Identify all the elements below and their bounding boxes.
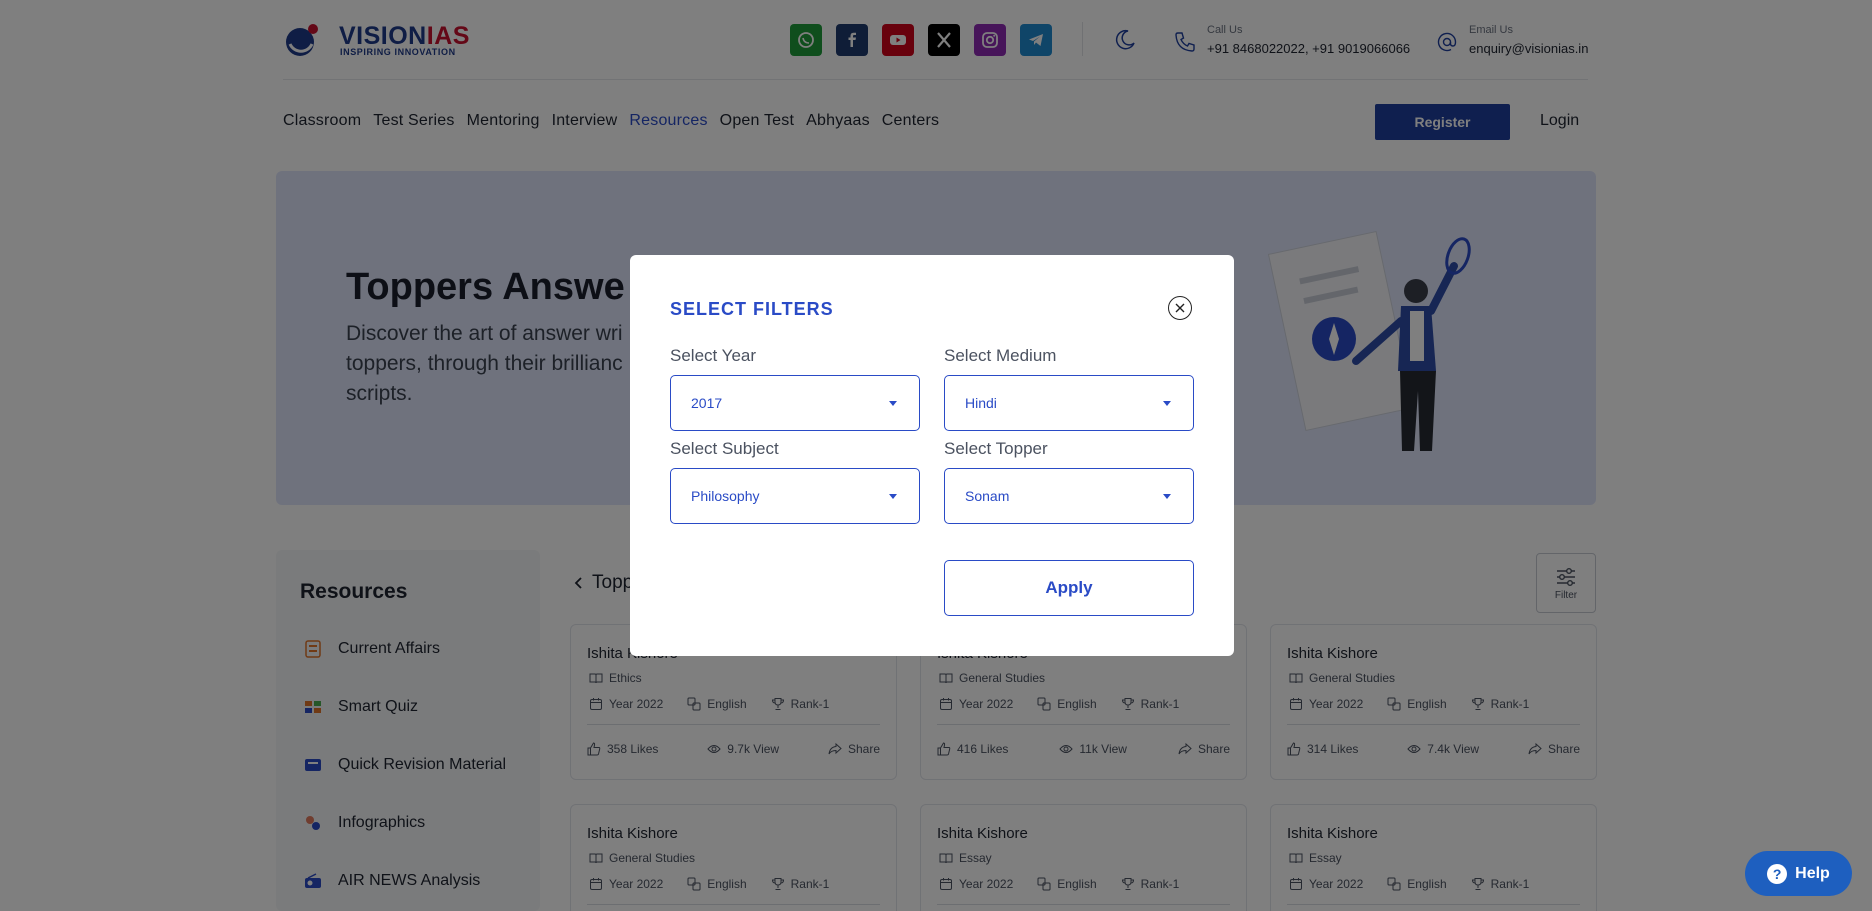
close-icon [1175, 303, 1185, 313]
topper-select[interactable]: Sonam [944, 468, 1194, 524]
chevron-down-icon [1163, 494, 1171, 499]
chevron-down-icon [889, 494, 897, 499]
select-topper-label: Select Topper [944, 439, 1048, 458]
chevron-down-icon [1163, 401, 1171, 406]
page: VISIONIAS INSPIRING INNOVATION [0, 0, 1872, 911]
question-mark-icon: ? [1767, 863, 1788, 884]
year-select[interactable]: 2017 [670, 375, 920, 431]
help-button[interactable]: ? Help [1745, 851, 1852, 896]
topper-select-value: Sonam [965, 488, 1010, 504]
select-year-label: Select Year [670, 346, 757, 365]
apply-button[interactable]: Apply [944, 560, 1194, 616]
year-select-value: 2017 [691, 395, 723, 411]
select-subject-label: Select Subject [670, 439, 779, 458]
select-medium-label: Select Medium [944, 346, 1057, 365]
modal-title: SELECT FILTERS [670, 299, 834, 319]
medium-select-value: Hindi [965, 395, 997, 411]
close-button[interactable] [1168, 296, 1192, 320]
help-button-label: Help [1795, 864, 1830, 882]
subject-select[interactable]: Philosophy [670, 468, 920, 524]
chevron-down-icon [889, 401, 897, 406]
subject-select-value: Philosophy [691, 488, 760, 504]
select-filters-modal: SELECT FILTERS Select Year 2017 Select M… [630, 255, 1234, 656]
medium-select[interactable]: Hindi [944, 375, 1194, 431]
